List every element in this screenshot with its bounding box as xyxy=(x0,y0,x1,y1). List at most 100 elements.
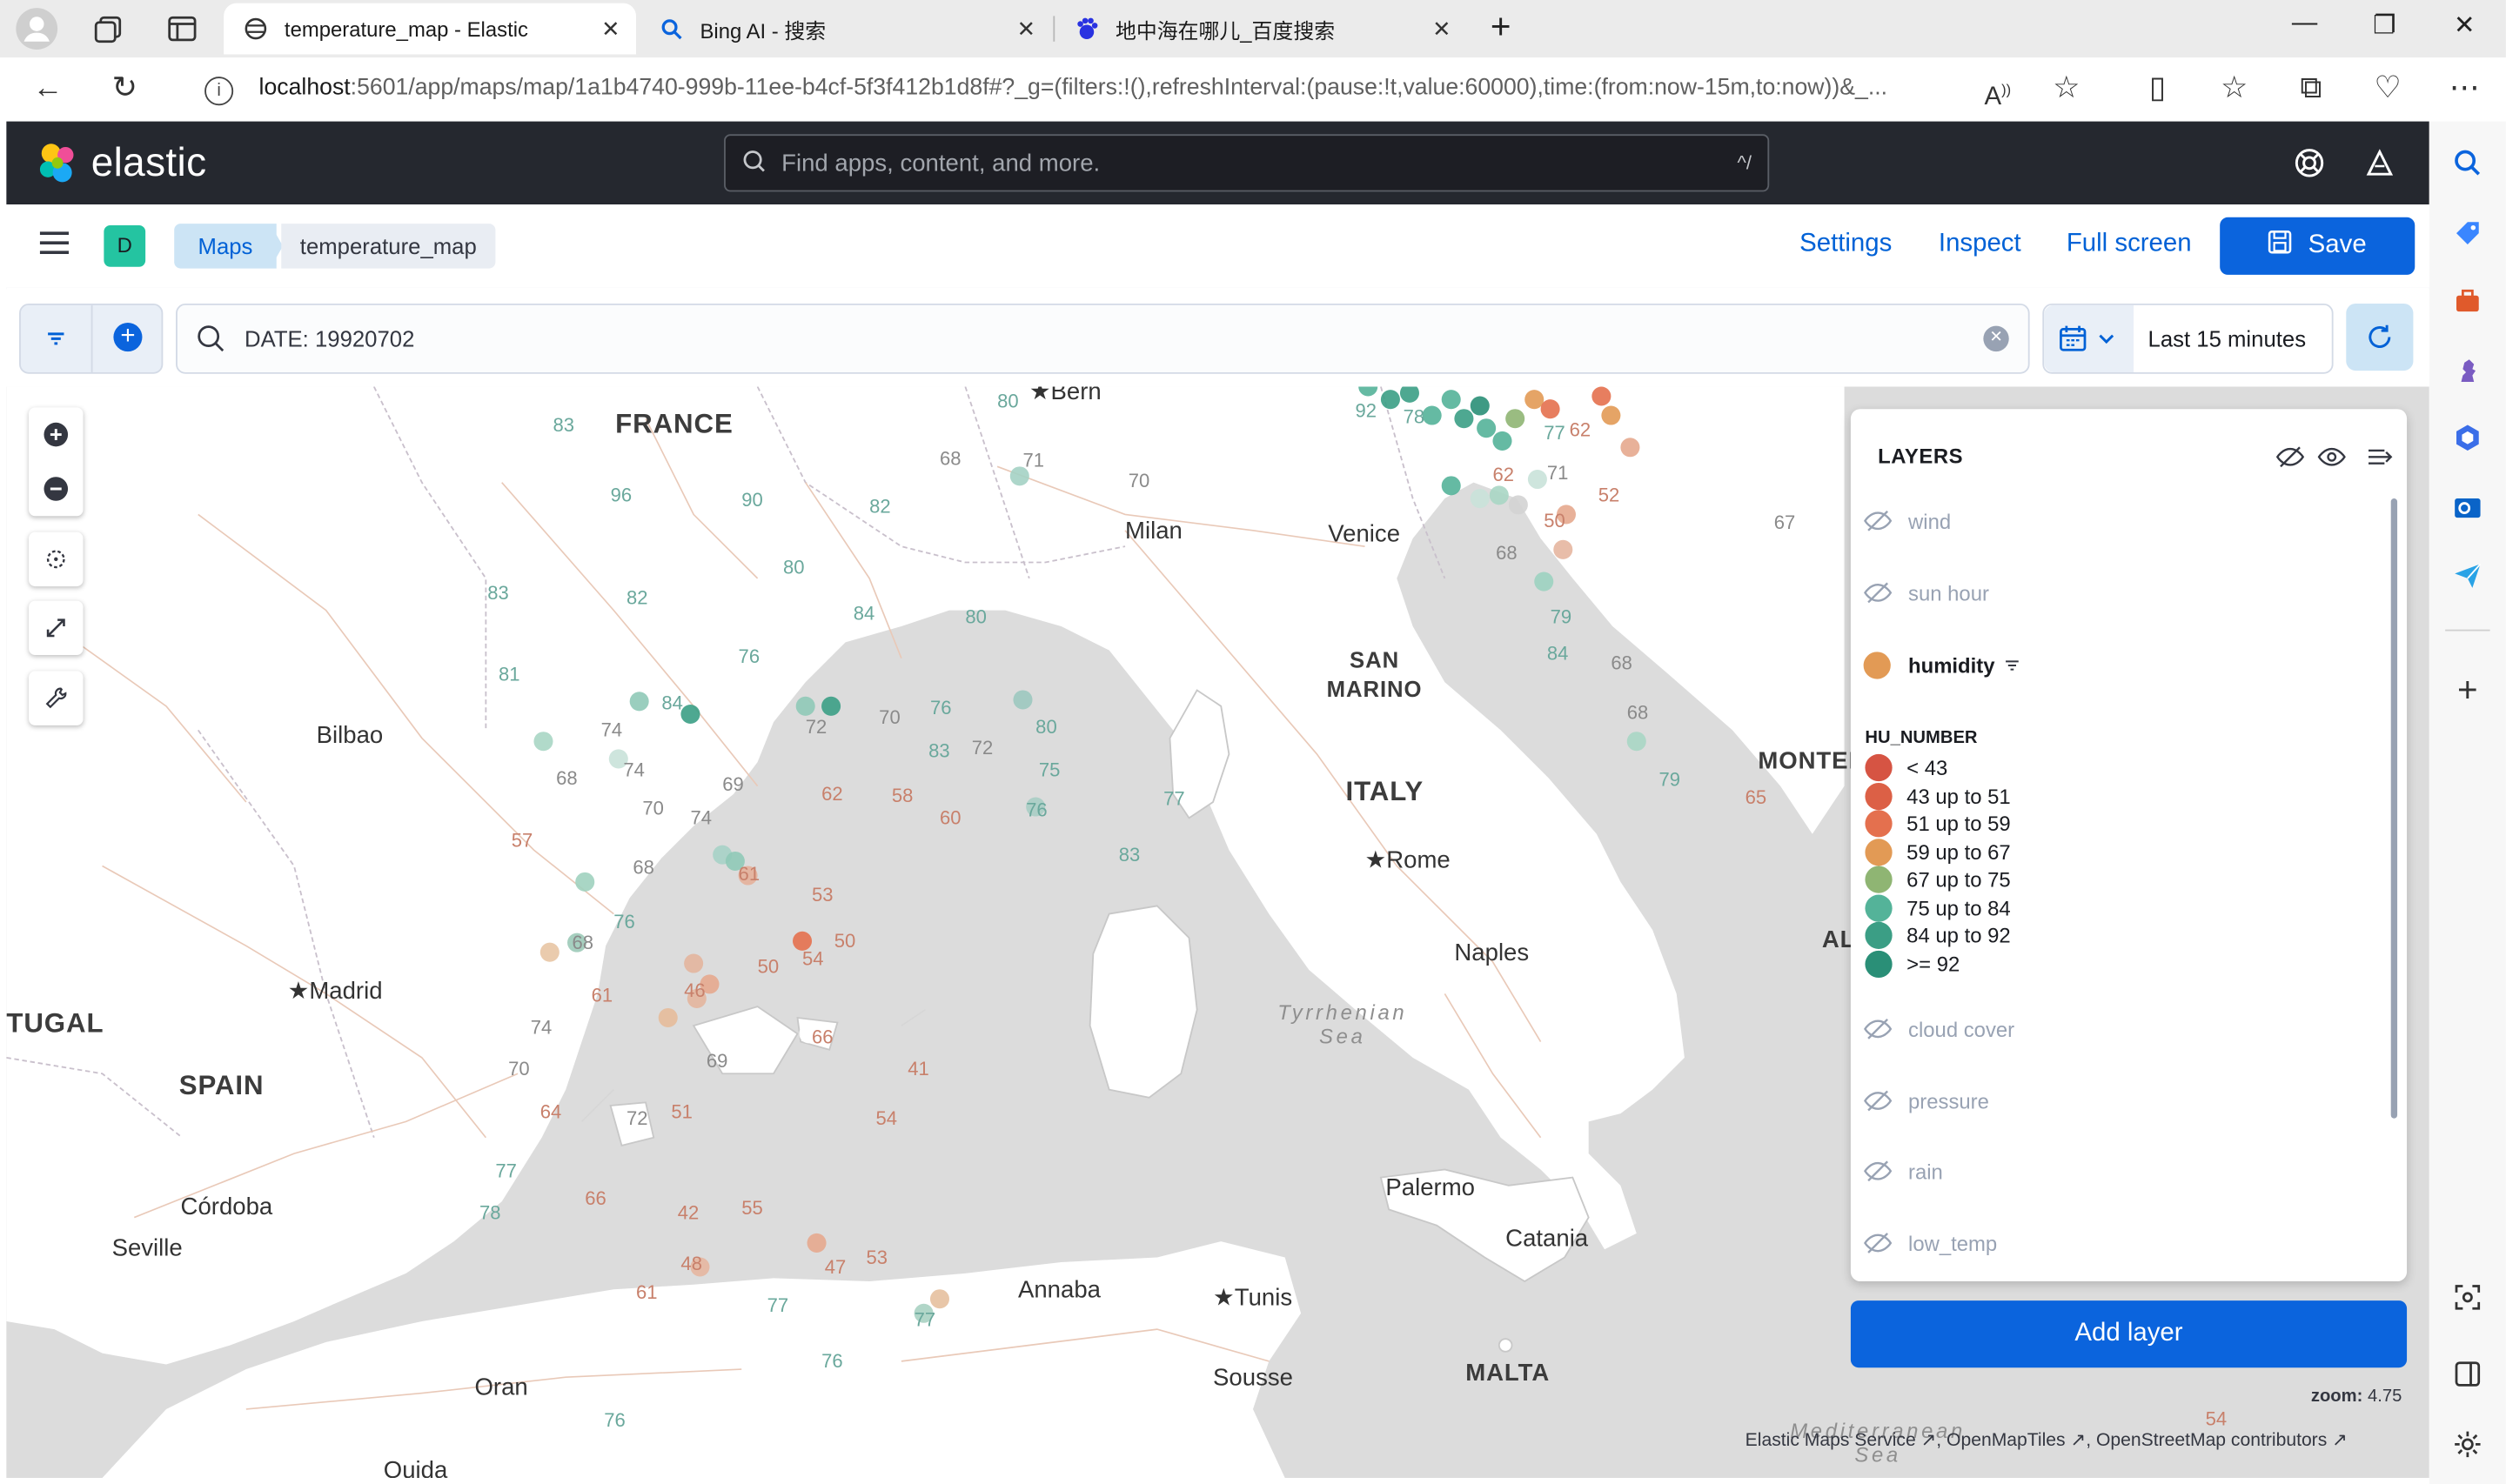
add-layer-button[interactable]: Add layer xyxy=(1850,1300,2408,1368)
help-icon[interactable] xyxy=(2294,147,2326,187)
layer-row-wind[interactable]: wind xyxy=(1864,502,1951,540)
humidity-marker[interactable] xyxy=(1534,572,1554,592)
new-tab-icon[interactable]: + xyxy=(1482,6,1520,48)
tab-actions-icon[interactable] xyxy=(166,13,198,53)
layers-scrollbar[interactable] xyxy=(2390,498,2398,1119)
eye-closed-icon[interactable] xyxy=(1864,1227,1896,1260)
browser-essentials-icon[interactable]: ♡ xyxy=(2369,73,2407,105)
humidity-marker[interactable] xyxy=(658,1007,678,1027)
query-input[interactable]: DATE: 19920702 ✕ xyxy=(176,303,2030,374)
humidity-marker[interactable] xyxy=(684,953,704,973)
reload-icon[interactable]: ↻ xyxy=(105,73,144,105)
back-icon[interactable]: ← xyxy=(29,73,67,105)
humidity-marker[interactable] xyxy=(1470,489,1490,509)
more-menu-icon[interactable]: ⋯ xyxy=(2445,73,2483,105)
sidebar-screenshot-icon[interactable] xyxy=(2449,1278,2487,1316)
sidebar-tag-icon[interactable] xyxy=(2449,214,2487,252)
close-tab-icon[interactable]: ✕ xyxy=(601,15,620,42)
humidity-marker[interactable] xyxy=(1422,405,1442,425)
read-aloud-icon[interactable]: A)) xyxy=(1979,73,2017,114)
full-screen-button[interactable]: Full screen xyxy=(2067,230,2192,258)
minimize-icon[interactable]: — xyxy=(2285,10,2323,38)
favorites-icon[interactable]: ☆ xyxy=(2215,73,2254,105)
close-tab-icon[interactable]: ✕ xyxy=(1017,15,1036,42)
sidebar-copilot-icon[interactable] xyxy=(2449,418,2487,457)
attribution-link[interactable]: Elastic Maps Service xyxy=(1745,1432,1916,1451)
filter-menu-icon[interactable] xyxy=(44,326,69,360)
global-search-input[interactable]: Find apps, content, and more. ^/ xyxy=(724,134,1770,192)
save-button[interactable]: Save xyxy=(2220,217,2416,275)
humidity-marker[interactable] xyxy=(680,704,700,725)
workspaces-icon[interactable] xyxy=(93,13,125,53)
layer-row-sun-hour[interactable]: sun hour xyxy=(1864,573,1989,612)
humidity-marker[interactable] xyxy=(1013,690,1033,710)
favorite-star-icon[interactable]: ☆ xyxy=(2047,73,2086,105)
sidebar-search-icon[interactable] xyxy=(2449,144,2487,182)
humidity-marker[interactable] xyxy=(539,942,559,962)
close-tab-icon[interactable]: ✕ xyxy=(1432,15,1451,42)
restore-icon[interactable]: ❐ xyxy=(2365,10,2403,42)
space-avatar[interactable]: D xyxy=(104,224,146,267)
attribution-link[interactable]: OpenMapTiles xyxy=(1947,1432,2066,1451)
humidity-marker[interactable] xyxy=(807,1233,827,1253)
humidity-marker[interactable] xyxy=(1553,539,1573,559)
fit-to-data-button[interactable] xyxy=(29,600,84,656)
collapse-panel-icon[interactable] xyxy=(2365,445,2394,478)
humidity-marker[interactable] xyxy=(821,696,841,716)
humidity-marker[interactable] xyxy=(1601,405,1621,425)
inspect-button[interactable]: Inspect xyxy=(1939,230,2021,258)
eye-closed-icon[interactable] xyxy=(1864,1155,1896,1187)
refresh-button[interactable] xyxy=(2346,303,2414,371)
date-picker[interactable]: Last 15 minutes xyxy=(2042,303,2334,374)
settings-button[interactable]: Settings xyxy=(1799,230,1892,258)
url-field[interactable]: localhost:5601/app/maps/map/1a1b4740-999… xyxy=(259,75,1887,100)
layer-row-pressure[interactable]: pressure xyxy=(1864,1081,1989,1120)
sidebar-add-icon[interactable]: + xyxy=(2449,670,2487,710)
zoom-out-button[interactable] xyxy=(29,462,83,516)
split-screen-icon[interactable]: ▯ xyxy=(2139,73,2177,105)
humidity-marker[interactable] xyxy=(1380,390,1400,410)
eye-closed-icon[interactable] xyxy=(1864,577,1896,609)
profile-icon[interactable] xyxy=(16,8,58,50)
map-canvas[interactable]: FRANCE ★Bern Milan Venice SAN MARINO ITA… xyxy=(6,386,2429,1478)
eye-closed-icon[interactable] xyxy=(1864,505,1896,537)
humidity-marker[interactable] xyxy=(795,696,815,716)
humidity-marker[interactable] xyxy=(1470,396,1490,416)
sidebar-send-icon[interactable] xyxy=(2449,556,2487,594)
date-quick-menu[interactable] xyxy=(2044,304,2134,372)
sidebar-tools-icon[interactable] xyxy=(2449,281,2487,319)
humidity-marker[interactable] xyxy=(1505,409,1525,429)
newsfeed-icon[interactable] xyxy=(2363,147,2395,187)
collections-icon[interactable]: ⧉ xyxy=(2292,73,2330,105)
clear-query-icon[interactable]: ✕ xyxy=(1983,325,2009,352)
breadcrumb-maps[interactable]: Maps xyxy=(174,224,277,269)
eye-closed-icon[interactable] xyxy=(1864,1013,1896,1045)
humidity-marker[interactable] xyxy=(1527,469,1547,490)
humidity-marker[interactable] xyxy=(1591,386,1611,406)
attribution-link[interactable]: OpenStreetMap contributors xyxy=(2096,1432,2327,1451)
tab-temperature-map[interactable]: temperature_map - Elastic ✕ xyxy=(224,3,637,55)
humidity-marker[interactable] xyxy=(1540,399,1560,419)
humidity-marker[interactable] xyxy=(1489,485,1509,505)
sidebar-panel-icon[interactable] xyxy=(2449,1355,2487,1394)
tab-baidu-search[interactable]: 地中海在哪儿_百度搜索 ✕ xyxy=(1055,3,1467,55)
humidity-marker[interactable] xyxy=(533,732,553,752)
layer-row-cloud-cover[interactable]: cloud cover xyxy=(1864,1010,2014,1048)
layer-row-rain[interactable]: rain xyxy=(1864,1152,1943,1190)
humidity-marker[interactable] xyxy=(629,692,649,712)
hide-all-icon[interactable] xyxy=(2275,445,2305,478)
site-info-icon[interactable]: i xyxy=(204,77,234,106)
humidity-marker[interactable] xyxy=(1626,732,1646,752)
humidity-marker[interactable] xyxy=(1454,409,1474,429)
humidity-marker[interactable] xyxy=(1508,495,1528,515)
set-view-button[interactable] xyxy=(29,531,84,587)
layer-row-humidity[interactable]: humidity xyxy=(1863,645,2020,684)
tab-bing-ai[interactable]: Bing AI - 搜索 ✕ xyxy=(640,3,1052,55)
humidity-marker[interactable] xyxy=(929,1289,949,1309)
sidebar-settings-icon[interactable] xyxy=(2449,1425,2487,1463)
humidity-marker[interactable] xyxy=(575,872,595,892)
humidity-marker[interactable] xyxy=(1441,476,1461,496)
zoom-in-button[interactable] xyxy=(29,407,83,461)
layer-row-low-temp[interactable]: low_temp xyxy=(1864,1224,1997,1262)
humidity-marker[interactable] xyxy=(1441,390,1461,410)
